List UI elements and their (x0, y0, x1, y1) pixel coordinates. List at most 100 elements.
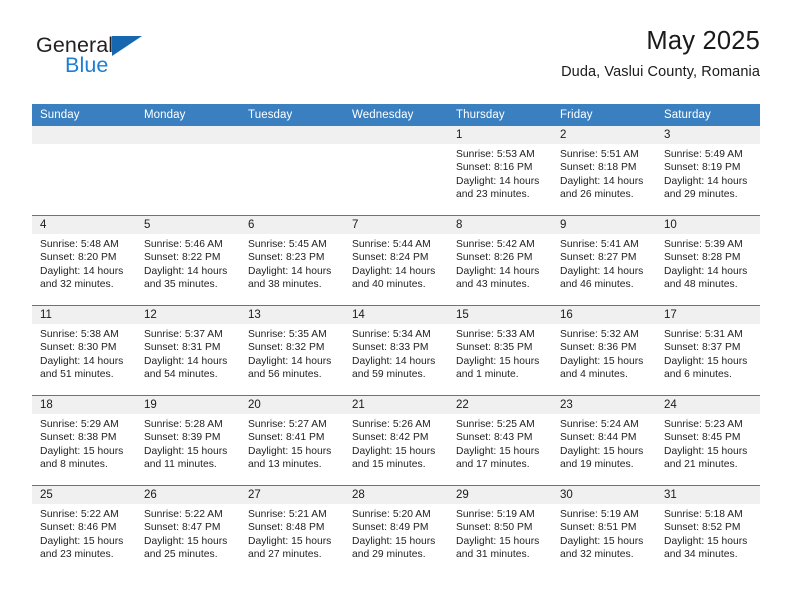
calendar-day-cell[interactable] (136, 126, 240, 216)
weekday-header-monday: Monday (136, 104, 240, 126)
calendar-day-cell[interactable]: 20 Sunrise: 5:27 AM Sunset: 8:41 PM Dayligh… (240, 395, 344, 486)
sunrise-time: Sunrise: 5:34 AM (352, 329, 431, 340)
day-number: 12 (136, 306, 240, 324)
day-number: 29 (448, 486, 552, 504)
day-number: 28 (344, 486, 448, 504)
title-block: May 2025 Duda, Vaslui County, Romania (561, 28, 760, 80)
day-number: 23 (552, 396, 656, 414)
sunrise-time: Sunrise: 5:21 AM (248, 509, 327, 520)
sunrise-time: Sunrise: 5:26 AM (352, 419, 431, 430)
calendar-day-cell[interactable]: 17 Sunrise: 5:31 AM Sunset: 8:37 PM Dayligh… (656, 305, 760, 396)
daylight-duration-line1: Daylight: 14 hours (352, 355, 436, 367)
day-number: 15 (448, 306, 552, 324)
weekday-header-wednesday: Wednesday (344, 104, 448, 126)
calendar-day-cell[interactable]: 13 Sunrise: 5:35 AM Sunset: 8:32 PM Dayligh… (240, 305, 344, 396)
weekday-header-thursday: Thursday (448, 104, 552, 126)
calendar-day-cell[interactable]: 1 Sunrise: 5:53 AM Sunset: 8:16 PM Daylight… (448, 126, 552, 216)
calendar-day: 30 Sunrise: 5:19 AM Sunset: 8:51 PM Dayligh… (552, 486, 656, 575)
calendar-day: 26 Sunrise: 5:22 AM Sunset: 8:47 PM Dayligh… (136, 486, 240, 575)
sunset-time: Sunset: 8:50 PM (456, 522, 533, 534)
calendar-day-cell[interactable] (240, 126, 344, 216)
calendar-day-cell[interactable]: 19 Sunrise: 5:28 AM Sunset: 8:39 PM Dayligh… (136, 395, 240, 486)
calendar-day-cell[interactable]: 22 Sunrise: 5:25 AM Sunset: 8:43 PM Dayligh… (448, 395, 552, 486)
day-number: 3 (656, 126, 760, 144)
calendar-day-cell[interactable] (344, 126, 448, 216)
daylight-duration-line1: Daylight: 15 hours (456, 535, 540, 547)
calendar-day-cell[interactable]: 2 Sunrise: 5:51 AM Sunset: 8:18 PM Daylight… (552, 126, 656, 216)
daylight-duration-line2: and 34 minutes. (664, 549, 738, 561)
sunset-time: Sunset: 8:26 PM (456, 252, 533, 264)
calendar-day-cell[interactable]: 6 Sunrise: 5:45 AM Sunset: 8:23 PM Daylight… (240, 215, 344, 306)
calendar-day-cell[interactable]: 26 Sunrise: 5:22 AM Sunset: 8:47 PM Dayligh… (136, 485, 240, 575)
calendar-day-cell[interactable]: 10 Sunrise: 5:39 AM Sunset: 8:28 PM Dayligh… (656, 215, 760, 306)
calendar-day: 20 Sunrise: 5:27 AM Sunset: 8:41 PM Dayligh… (240, 396, 344, 485)
calendar-day-cell[interactable]: 23 Sunrise: 5:24 AM Sunset: 8:44 PM Dayligh… (552, 395, 656, 486)
day-number: 1 (448, 126, 552, 144)
calendar-week-row: 25 Sunrise: 5:22 AM Sunset: 8:46 PM Dayligh… (32, 485, 760, 575)
day-details: Sunrise: 5:31 AM Sunset: 8:37 PM Daylight:… (656, 324, 760, 382)
calendar-day-cell[interactable]: 30 Sunrise: 5:19 AM Sunset: 8:51 PM Dayligh… (552, 485, 656, 575)
calendar-day: 16 Sunrise: 5:32 AM Sunset: 8:36 PM Dayligh… (552, 306, 656, 395)
calendar-day-cell[interactable]: 18 Sunrise: 5:29 AM Sunset: 8:38 PM Dayligh… (32, 395, 136, 486)
daylight-duration-line2: and 56 minutes. (248, 369, 322, 381)
calendar-day-cell[interactable]: 5 Sunrise: 5:46 AM Sunset: 8:22 PM Daylight… (136, 215, 240, 306)
calendar-week-row: 11 Sunrise: 5:38 AM Sunset: 8:30 PM Dayligh… (32, 305, 760, 396)
calendar-day-cell[interactable]: 21 Sunrise: 5:26 AM Sunset: 8:42 PM Dayligh… (344, 395, 448, 486)
calendar-day-cell[interactable]: 28 Sunrise: 5:20 AM Sunset: 8:49 PM Dayligh… (344, 485, 448, 575)
daylight-duration-line2: and 8 minutes. (40, 459, 108, 471)
daylight-duration-line2: and 32 minutes. (40, 279, 114, 291)
day-details: Sunrise: 5:19 AM Sunset: 8:50 PM Daylight:… (448, 504, 552, 562)
day-details: Sunrise: 5:48 AM Sunset: 8:20 PM Daylight:… (32, 234, 136, 292)
calendar-day-cell[interactable]: 15 Sunrise: 5:33 AM Sunset: 8:35 PM Dayligh… (448, 305, 552, 396)
day-details: Sunrise: 5:35 AM Sunset: 8:32 PM Daylight:… (240, 324, 344, 382)
calendar-day-cell[interactable]: 12 Sunrise: 5:37 AM Sunset: 8:31 PM Dayligh… (136, 305, 240, 396)
calendar-day-cell[interactable]: 4 Sunrise: 5:48 AM Sunset: 8:20 PM Daylight… (32, 215, 136, 306)
calendar-day-cell[interactable]: 14 Sunrise: 5:34 AM Sunset: 8:33 PM Dayligh… (344, 305, 448, 396)
calendar-day-cell[interactable]: 25 Sunrise: 5:22 AM Sunset: 8:46 PM Dayligh… (32, 485, 136, 575)
sunrise-time: Sunrise: 5:20 AM (352, 509, 431, 520)
sunset-time: Sunset: 8:46 PM (40, 522, 117, 534)
day-details: Sunrise: 5:44 AM Sunset: 8:24 PM Daylight:… (344, 234, 448, 292)
calendar-day-cell[interactable]: 31 Sunrise: 5:18 AM Sunset: 8:52 PM Dayligh… (656, 485, 760, 575)
daylight-duration-line1: Daylight: 15 hours (560, 535, 644, 547)
calendar-day-cell[interactable]: 16 Sunrise: 5:32 AM Sunset: 8:36 PM Dayligh… (552, 305, 656, 396)
daylight-duration-line1: Daylight: 15 hours (456, 445, 540, 457)
day-number: 26 (136, 486, 240, 504)
weekday-header-friday: Friday (552, 104, 656, 126)
day-details: Sunrise: 5:38 AM Sunset: 8:30 PM Daylight:… (32, 324, 136, 382)
day-details: Sunrise: 5:20 AM Sunset: 8:49 PM Daylight:… (344, 504, 448, 562)
calendar-day-cell[interactable]: 24 Sunrise: 5:23 AM Sunset: 8:45 PM Dayligh… (656, 395, 760, 486)
logo-triangle-icon (112, 36, 142, 56)
calendar-day-cell[interactable]: 11 Sunrise: 5:38 AM Sunset: 8:30 PM Dayligh… (32, 305, 136, 396)
calendar-day-cell[interactable]: 27 Sunrise: 5:21 AM Sunset: 8:48 PM Dayligh… (240, 485, 344, 575)
sunrise-time: Sunrise: 5:38 AM (40, 329, 119, 340)
general-blue-logo[interactable]: General Blue (32, 33, 262, 89)
day-details: Sunrise: 5:24 AM Sunset: 8:44 PM Daylight:… (552, 414, 656, 472)
calendar-day-cell[interactable]: 9 Sunrise: 5:41 AM Sunset: 8:27 PM Daylight… (552, 215, 656, 306)
daylight-duration-line1: Daylight: 15 hours (664, 445, 748, 457)
calendar-day: 10 Sunrise: 5:39 AM Sunset: 8:28 PM Dayligh… (656, 216, 760, 305)
sunset-time: Sunset: 8:28 PM (664, 252, 741, 264)
calendar-day: 18 Sunrise: 5:29 AM Sunset: 8:38 PM Dayligh… (32, 396, 136, 485)
calendar-day-cell[interactable]: 7 Sunrise: 5:44 AM Sunset: 8:24 PM Daylight… (344, 215, 448, 306)
day-number (136, 126, 240, 144)
sunrise-time: Sunrise: 5:39 AM (664, 239, 743, 250)
calendar-day-cell[interactable]: 3 Sunrise: 5:49 AM Sunset: 8:19 PM Daylight… (656, 126, 760, 216)
calendar-day-cell[interactable]: 8 Sunrise: 5:42 AM Sunset: 8:26 PM Daylight… (448, 215, 552, 306)
calendar-day-cell[interactable] (32, 126, 136, 216)
sunrise-time: Sunrise: 5:29 AM (40, 419, 119, 430)
day-number: 27 (240, 486, 344, 504)
sunrise-time: Sunrise: 5:22 AM (144, 509, 223, 520)
day-details: Sunrise: 5:19 AM Sunset: 8:51 PM Daylight:… (552, 504, 656, 562)
daylight-duration-line2: and 23 minutes. (456, 189, 530, 201)
daylight-duration-line1: Daylight: 15 hours (456, 355, 540, 367)
daylight-duration-line1: Daylight: 14 hours (664, 175, 748, 187)
calendar-day-empty (344, 126, 448, 215)
sunset-time: Sunset: 8:51 PM (560, 522, 637, 534)
calendar-day: 2 Sunrise: 5:51 AM Sunset: 8:18 PM Daylight… (552, 126, 656, 215)
calendar-day-cell[interactable]: 29 Sunrise: 5:19 AM Sunset: 8:50 PM Dayligh… (448, 485, 552, 575)
day-details: Sunrise: 5:18 AM Sunset: 8:52 PM Daylight:… (656, 504, 760, 562)
daylight-duration-line1: Daylight: 15 hours (664, 355, 748, 367)
sunrise-time: Sunrise: 5:41 AM (560, 239, 639, 250)
sunset-time: Sunset: 8:48 PM (248, 522, 325, 534)
